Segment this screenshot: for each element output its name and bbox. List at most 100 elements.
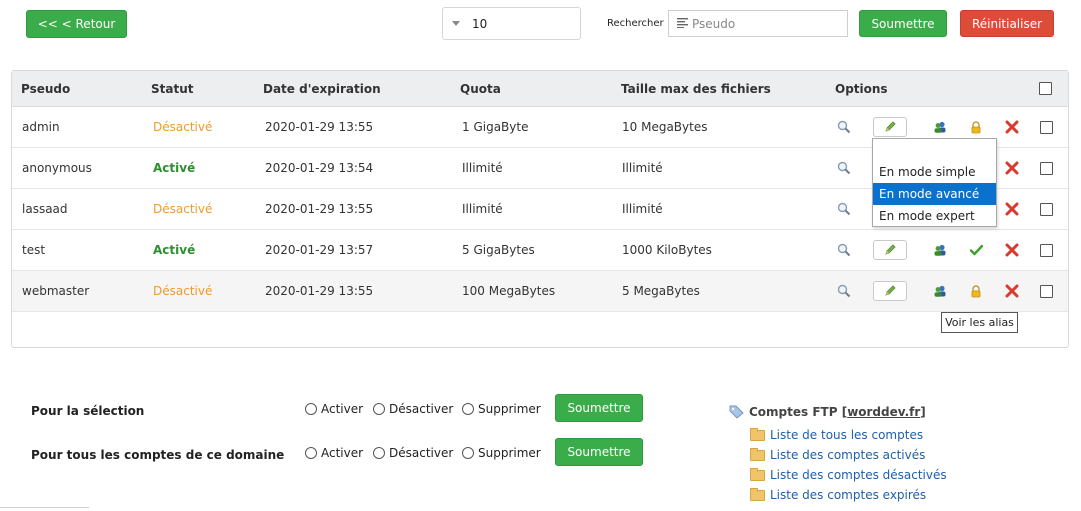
delete-icon[interactable] (1005, 202, 1019, 216)
per-page-select[interactable]: 10 (442, 7, 581, 40)
domain-activate-radio[interactable]: Activer (305, 446, 363, 460)
cell-quota: 100 MegaBytes (462, 284, 556, 298)
selection-delete-radio[interactable]: Supprimer (462, 402, 541, 416)
link-expired-accounts[interactable]: Liste des comptes expirés (750, 487, 926, 502)
radio-label: Supprimer (478, 446, 541, 460)
cell-max-file: 10 MegaBytes (622, 120, 708, 134)
link-label[interactable]: Liste des comptes expirés (770, 488, 926, 502)
select-all-checkbox[interactable] (1039, 82, 1052, 95)
magnifier-icon[interactable] (837, 161, 851, 175)
search-placeholder: Pseudo (692, 16, 736, 31)
delete-icon[interactable] (1005, 161, 1019, 175)
cell-statut: Activé (153, 243, 196, 257)
cell-expiration: 2020-01-29 13:55 (265, 120, 374, 134)
cell-pseudo: webmaster (22, 284, 90, 298)
row-checkbox[interactable] (1040, 243, 1053, 257)
header-quota[interactable]: Quota (460, 71, 501, 106)
domain-delete-radio[interactable]: Supprimer (462, 446, 541, 460)
reset-button[interactable]: Réinitialiser (960, 10, 1054, 37)
selection-label: Pour la sélection (31, 404, 145, 418)
users-icon[interactable] (933, 285, 947, 297)
radio-circle[interactable] (373, 447, 385, 459)
table-header: Pseudo Statut Date d'expiration Quota Ta… (12, 71, 1068, 107)
folder-icon (750, 447, 765, 461)
link-label[interactable]: Liste de tous les comptes (770, 428, 923, 442)
link-all-accounts[interactable]: Liste de tous les comptes (750, 427, 923, 442)
row-checkbox[interactable] (1040, 120, 1053, 134)
row-checkbox[interactable] (1040, 202, 1053, 216)
domain-submit-button[interactable]: Soumettre (555, 438, 643, 466)
per-page-value: 10 (472, 16, 488, 31)
link-label[interactable]: Liste des comptes désactivés (770, 468, 947, 482)
domain-link[interactable]: worddev.fr (847, 405, 920, 419)
domain-deactivate-radio[interactable]: Désactiver (373, 446, 453, 460)
dropdown-arrow-icon (452, 21, 460, 26)
cell-pseudo: test (22, 243, 46, 257)
cell-max-file: 5 MegaBytes (622, 284, 700, 298)
magnifier-icon[interactable] (837, 284, 851, 298)
cell-quota: Illimité (462, 202, 503, 216)
radio-circle[interactable] (305, 403, 317, 415)
selection-deactivate-radio[interactable]: Désactiver (373, 402, 453, 416)
edit-button[interactable] (873, 281, 907, 301)
domain-label: Pour tous les comptes de ce domaine (31, 448, 285, 462)
magnifier-icon[interactable] (837, 120, 851, 134)
radio-label: Activer (321, 446, 364, 460)
cell-pseudo: anonymous (22, 161, 92, 175)
folder-icon (750, 467, 765, 481)
pencil-icon (884, 121, 896, 133)
radio-circle[interactable] (305, 447, 317, 459)
radio-circle[interactable] (462, 447, 474, 459)
row-checkbox[interactable] (1040, 284, 1053, 298)
link-inactive-accounts[interactable]: Liste des comptes désactivés (750, 467, 947, 482)
title-prefix: Comptes FTP [ (749, 405, 848, 419)
radio-label: Supprimer (478, 402, 541, 416)
submit-button[interactable]: Soumettre (859, 10, 947, 37)
radio-circle[interactable] (373, 403, 385, 415)
header-max-file[interactable]: Taille max des fichiers (621, 71, 771, 106)
header-pseudo[interactable]: Pseudo (21, 71, 70, 106)
text-lines-icon (677, 17, 688, 31)
lock-icon[interactable] (970, 120, 982, 134)
search-input[interactable]: Pseudo (668, 10, 848, 37)
link-label[interactable]: Liste des comptes activés (770, 448, 925, 462)
checkmark-icon[interactable] (970, 244, 983, 256)
table-row: test Activé 2020-01-29 13:57 5 GigaBytes… (12, 230, 1068, 271)
delete-icon[interactable] (1005, 284, 1019, 298)
cell-expiration: 2020-01-29 13:55 (265, 202, 374, 216)
cell-statut: Désactivé (153, 202, 213, 216)
selection-submit-button[interactable]: Soumettre (555, 394, 643, 422)
link-active-accounts[interactable]: Liste des comptes activés (750, 447, 925, 462)
header-options: Options (835, 81, 888, 96)
ftp-accounts-title: Comptes FTP [ worddev.fr ] (729, 405, 926, 419)
edit-button[interactable] (873, 117, 907, 137)
cell-statut: Activé (153, 161, 196, 175)
magnifier-icon[interactable] (837, 243, 851, 257)
delete-icon[interactable] (1005, 120, 1019, 134)
header-statut[interactable]: Statut (151, 71, 194, 106)
footer-divider (0, 507, 89, 508)
users-icon[interactable] (933, 244, 947, 256)
magnifier-icon[interactable] (837, 202, 851, 216)
header-expiration[interactable]: Date d'expiration (263, 71, 381, 106)
pencil-icon (884, 285, 896, 297)
menu-item-expert[interactable]: En mode expert (873, 205, 996, 227)
users-icon[interactable] (933, 121, 947, 133)
table-row: webmaster Désactivé 2020-01-29 13:55 100… (12, 271, 1068, 312)
edit-button[interactable] (873, 240, 907, 260)
menu-item-advanced[interactable]: En mode avancé (873, 183, 996, 205)
folder-icon (750, 427, 765, 441)
menu-item-simple[interactable]: En mode simple (873, 161, 996, 183)
radio-circle[interactable] (462, 403, 474, 415)
radio-label: Désactiver (389, 446, 454, 460)
delete-icon[interactable] (1005, 243, 1019, 257)
edit-mode-menu: En mode simple En mode avancé En mode ex… (872, 138, 997, 227)
cell-max-file: Illimité (622, 202, 663, 216)
search-label: Rechercher (607, 18, 664, 29)
lock-icon[interactable] (970, 284, 982, 298)
radio-label: Activer (321, 402, 364, 416)
selection-activate-radio[interactable]: Activer (305, 402, 363, 416)
back-button[interactable]: << < Retour (26, 10, 127, 38)
row-checkbox[interactable] (1040, 161, 1053, 175)
title-suffix: ] (920, 405, 926, 419)
